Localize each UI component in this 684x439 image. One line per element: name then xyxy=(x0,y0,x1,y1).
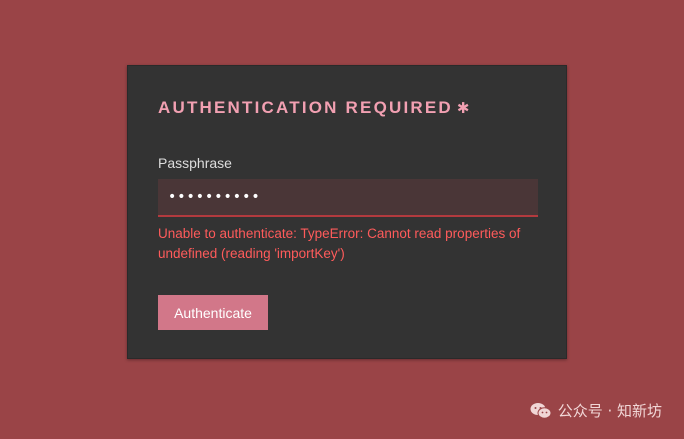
passphrase-input[interactable] xyxy=(158,179,538,215)
passphrase-label: Passphrase xyxy=(158,155,232,171)
error-message: Unable to authenticate: TypeError: Canno… xyxy=(158,226,521,261)
asterisk-icon: ✱ xyxy=(456,100,472,117)
authenticate-button[interactable]: Authenticate xyxy=(158,295,268,330)
wechat-icon xyxy=(530,402,552,419)
auth-title: AUTHENTICATION REQUIRED ✱ xyxy=(158,98,472,118)
watermark: 公众号 · 知新坊 xyxy=(530,400,662,421)
watermark-text: 公众号 · 知新坊 xyxy=(557,402,662,420)
authentication-card: AUTHENTICATION REQUIRED✱ Passphrase Unab… xyxy=(127,65,567,359)
passphrase-field-container xyxy=(158,179,538,217)
auth-title-text: AUTHENTICATION REQUIRED xyxy=(158,98,453,117)
